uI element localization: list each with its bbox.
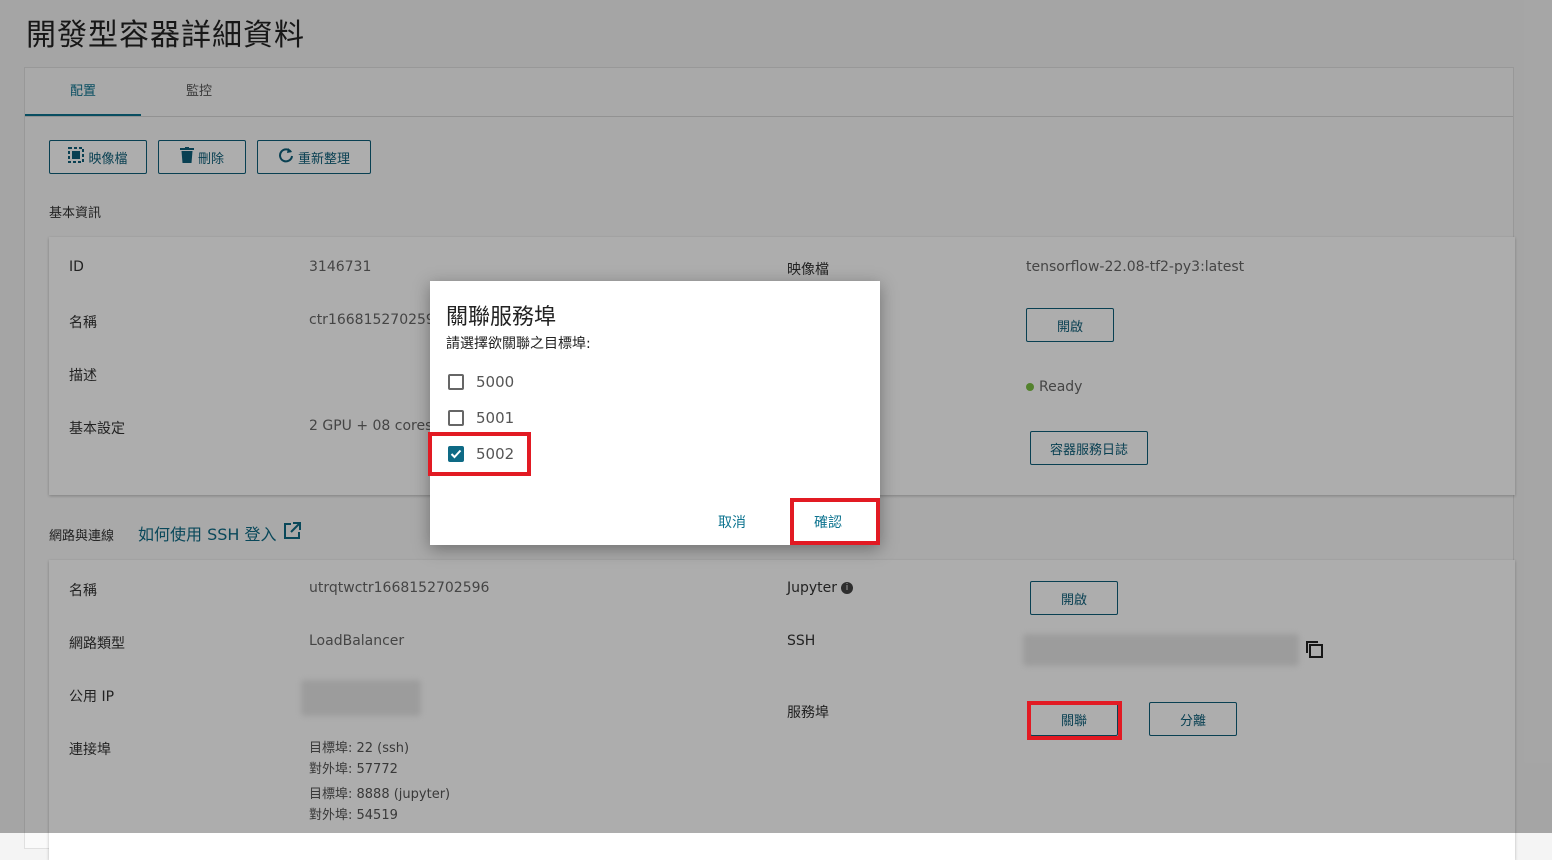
checkbox-5000[interactable] (448, 374, 464, 390)
dialog-subtitle: 請選擇欲關聯之目標埠: (446, 336, 591, 352)
port-option-5001[interactable]: 5001 (448, 406, 514, 430)
checkbox-5001[interactable] (448, 410, 464, 426)
option-5002-highlight (428, 432, 531, 476)
port-option-5000[interactable]: 5000 (448, 370, 514, 394)
confirm-button-highlight (790, 498, 880, 545)
cancel-button[interactable]: 取消 (718, 512, 746, 532)
associate-port-dialog: 關聯服務埠 請選擇欲關聯之目標埠: 5000 5001 5002 取消 確認 (428, 281, 880, 545)
associate-button-highlight (1027, 701, 1122, 740)
port-option-5000-label: 5000 (476, 373, 515, 391)
dialog-title: 關聯服務埠 (446, 305, 557, 330)
port-option-5001-label: 5001 (476, 409, 515, 427)
